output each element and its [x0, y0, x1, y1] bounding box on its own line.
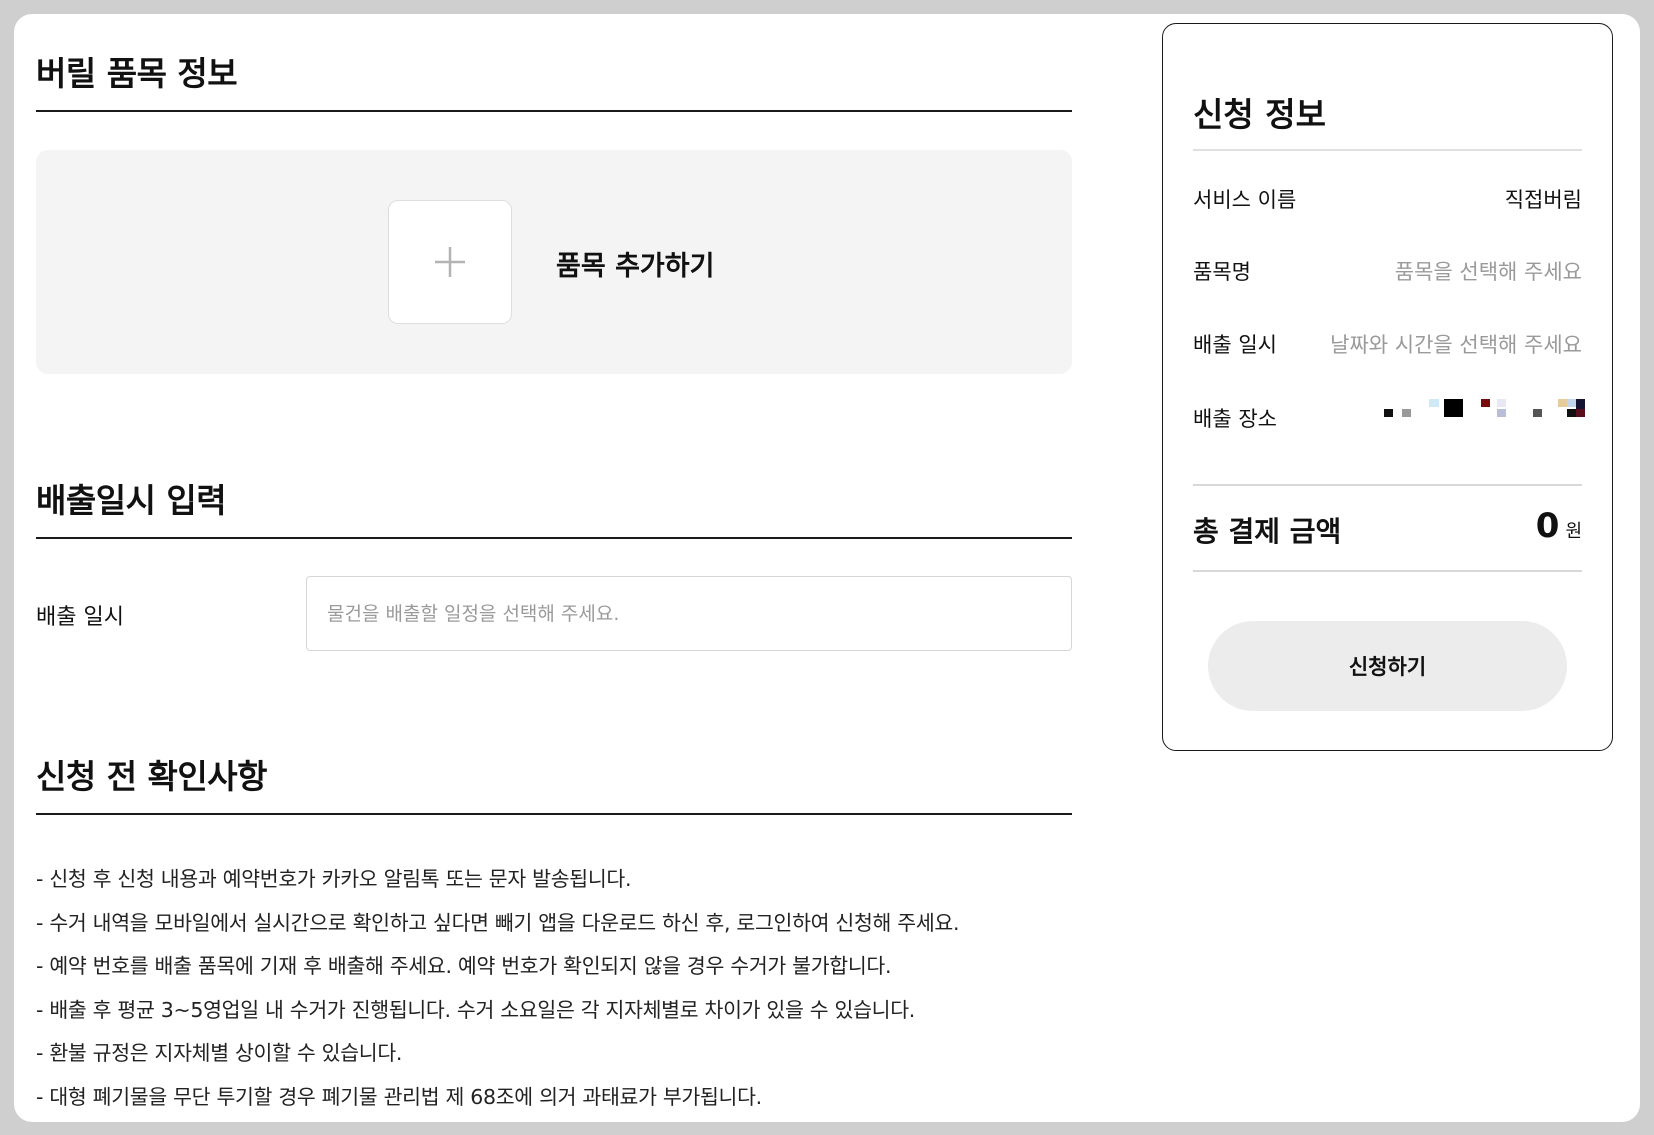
notice-item: - 수거 내역을 모바일에서 실시간으로 확인하고 싶다면 빼기 앱을 다운로드… — [36, 910, 960, 935]
notice-section-title: 신청 전 확인사항 — [36, 757, 268, 796]
summary-title: 신청 정보 — [1193, 95, 1326, 134]
page-frame: 버릴 품목 정보 품목 추가하기 배출일시 입력 배출 일시 신청 전 확인사항… — [14, 14, 1640, 1122]
summary-value: 직접버림 — [1504, 188, 1582, 212]
add-item-button[interactable] — [388, 200, 512, 324]
total-label: 총 결제 금액 — [1193, 515, 1342, 548]
plus-icon — [435, 247, 465, 277]
total-amount: 0 원 — [1536, 506, 1582, 546]
summary-card: 신청 정보 서비스 이름 직접버림 품목명 품목을 선택해 주세요 배출 일시 … — [1162, 23, 1613, 751]
add-item-label[interactable]: 품목 추가하기 — [556, 244, 714, 283]
summary-value: 품목을 선택해 주세요 — [1394, 260, 1582, 284]
summary-row-service: 서비스 이름 직접버림 — [1193, 184, 1582, 218]
summary-value: 날짜와 시간을 선택해 주세요 — [1330, 333, 1582, 357]
apply-button[interactable]: 신청하기 — [1208, 621, 1567, 711]
items-section-title: 버릴 품목 정보 — [36, 54, 238, 93]
datetime-divider — [36, 537, 1072, 539]
total-value: 0 — [1535, 506, 1560, 546]
notice-divider — [36, 813, 1072, 815]
summary-divider — [1193, 149, 1582, 151]
summary-divider — [1193, 570, 1582, 572]
notice-list: - 신청 후 신청 내용과 예약번호가 카카오 알림톡 또는 문자 발송됩니다.… — [36, 858, 1072, 1120]
summary-key: 품목명 — [1193, 260, 1251, 284]
redacted-location — [1384, 399, 1594, 423]
summary-row-datetime: 배출 일시 날짜와 시간을 선택해 주세요 — [1193, 329, 1582, 363]
notice-item: - 환불 규정은 지자체별 상이할 수 있습니다. — [36, 1041, 403, 1066]
summary-row-location: 배출 장소 — [1193, 399, 1585, 437]
summary-key: 서비스 이름 — [1193, 188, 1297, 212]
datetime-section-title: 배출일시 입력 — [36, 481, 227, 520]
notice-item: - 신청 후 신청 내용과 예약번호가 카카오 알림톡 또는 문자 발송됩니다. — [36, 867, 632, 891]
datetime-label: 배출 일시 — [36, 605, 124, 630]
datetime-input[interactable] — [306, 576, 1072, 651]
summary-divider — [1193, 484, 1582, 486]
notice-item: - 배출 후 평균 3~5영업일 내 수거가 진행됩니다. 수거 소요일은 각 … — [36, 997, 915, 1022]
summary-key: 배출 일시 — [1193, 333, 1277, 357]
total-unit: 원 — [1565, 521, 1582, 542]
notice-item: - 대형 폐기물을 무단 투기할 경우 폐기물 관리법 제 68조에 의거 과태… — [36, 1084, 762, 1109]
items-divider — [36, 110, 1072, 112]
notice-item: - 예약 번호를 배출 품목에 기재 후 배출해 주세요. 예약 번호가 확인되… — [36, 954, 892, 979]
add-item-panel[interactable]: 품목 추가하기 — [36, 150, 1072, 374]
summary-key: 배출 장소 — [1193, 407, 1277, 431]
summary-row-item: 품목명 품목을 선택해 주세요 — [1193, 256, 1582, 290]
